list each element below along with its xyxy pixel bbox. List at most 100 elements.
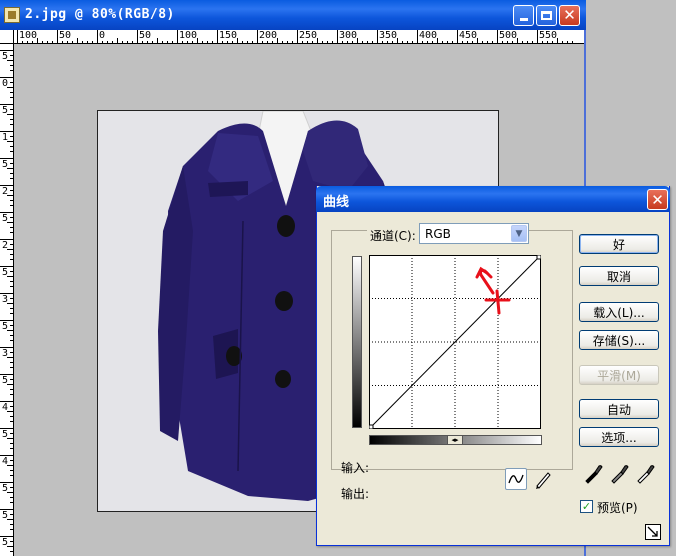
ruler-minor-tick	[10, 443, 13, 444]
ruler-minor-tick	[117, 38, 118, 43]
preview-checkbox[interactable]: ✓	[580, 500, 593, 513]
ruler-minor-tick	[372, 41, 373, 43]
ruler-minor-tick	[192, 41, 193, 43]
gray-eyedropper-icon[interactable]	[609, 462, 631, 484]
channel-select[interactable]: RGB ▼	[419, 223, 529, 244]
ruler-minor-tick	[10, 394, 13, 395]
output-label: 输出:	[341, 487, 370, 501]
ruler-minor-tick	[10, 124, 13, 125]
ruler-tick	[217, 30, 218, 43]
ruler-minor-tick	[10, 308, 13, 309]
ruler-minor-tick	[7, 330, 13, 331]
photoshop-doc-icon	[4, 7, 20, 23]
ruler-minor-tick	[7, 249, 13, 250]
auto-button[interactable]: 自动	[579, 399, 659, 419]
ruler-minor-tick	[232, 41, 233, 43]
ruler-label: 5	[2, 267, 9, 278]
ruler-minor-tick	[10, 254, 13, 255]
curve-endpoint[interactable]	[368, 424, 374, 430]
horizontal-ruler[interactable]: 100 50 0 50 100 150 200 250 300 350 400 450 500 550	[14, 30, 584, 44]
dialog-close-button[interactable]: ✕	[647, 189, 668, 210]
save-button[interactable]: 存储(S)...	[579, 330, 659, 350]
load-button[interactable]: 载入(L)...	[579, 302, 659, 322]
ruler-minor-tick	[10, 470, 13, 471]
ruler-minor-tick	[512, 41, 513, 43]
document-title: 2.jpg @ 80%(RGB/8)	[25, 7, 175, 22]
ruler-minor-tick	[10, 109, 13, 110]
ruler-minor-tick	[492, 41, 493, 43]
ruler-minor-tick	[322, 41, 323, 43]
channel-value: RGB	[425, 227, 451, 241]
ruler-label: 1	[2, 132, 9, 143]
curve-endpoint[interactable]	[536, 254, 542, 260]
ruler-minor-tick	[10, 190, 13, 191]
ruler-minor-tick	[272, 41, 273, 43]
ruler-minor-tick	[227, 41, 228, 43]
curve-graph[interactable]	[368, 254, 542, 430]
preview-label[interactable]: 预览(P)	[597, 499, 638, 516]
white-eyedropper-icon[interactable]	[635, 462, 657, 484]
ruler-minor-tick	[77, 38, 78, 43]
ruler-minor-tick	[552, 41, 553, 43]
black-eyedropper-icon[interactable]	[583, 462, 605, 484]
ruler-minor-tick	[10, 178, 13, 179]
ruler-minor-tick	[172, 41, 173, 43]
cancel-button[interactable]: 取消	[579, 266, 659, 286]
pencil-tool-icon	[536, 472, 551, 489]
options-button[interactable]: 选项...	[579, 427, 659, 447]
ruler-minor-tick	[82, 41, 83, 43]
ruler-corner[interactable]	[0, 30, 14, 44]
ruler-minor-tick	[10, 163, 13, 164]
ruler-minor-tick	[10, 524, 13, 525]
ruler-label: 100	[179, 30, 198, 41]
ruler-minor-tick	[7, 303, 13, 304]
ruler-minor-tick	[487, 41, 488, 43]
maximize-button[interactable]	[536, 5, 557, 26]
ruler-minor-tick	[187, 41, 188, 43]
ruler-minor-tick	[572, 41, 573, 43]
ruler-label: 3	[2, 348, 9, 359]
ruler-minor-tick	[10, 460, 13, 461]
ruler-minor-tick	[507, 41, 508, 43]
ruler-minor-tick	[477, 38, 478, 43]
ok-button[interactable]: 好	[579, 234, 659, 254]
ruler-minor-tick	[7, 222, 13, 223]
ruler-label: 4	[2, 456, 9, 467]
ruler-tick	[17, 30, 18, 43]
curves-dialog: 曲线 ✕ 通道(C): RGB ▼ ◂▸ 输入: 输出: 好 取消 载入(L).…	[316, 186, 670, 546]
pencil-tool-button[interactable]	[533, 468, 553, 490]
ruler-minor-tick	[10, 281, 13, 282]
ruler-minor-tick	[382, 41, 383, 43]
ruler-label: 3	[2, 294, 9, 305]
ruler-tick	[97, 30, 98, 43]
ruler-minor-tick	[327, 41, 328, 43]
ruler-minor-tick	[207, 41, 208, 43]
ruler-minor-tick	[302, 41, 303, 43]
minimize-button[interactable]	[513, 5, 534, 26]
ruler-tick	[497, 30, 498, 43]
curve-tool-button[interactable]	[505, 468, 527, 490]
dropdown-arrow-icon[interactable]: ▼	[511, 225, 527, 242]
ruler-minor-tick	[7, 384, 13, 385]
document-titlebar[interactable]: 2.jpg @ 80%(RGB/8) ✕	[0, 0, 586, 30]
ruler-label: 5	[2, 51, 9, 62]
curves-dialog-titlebar[interactable]: 曲线 ✕	[316, 186, 670, 212]
ruler-minor-tick	[27, 41, 28, 43]
ruler-minor-tick	[427, 41, 428, 43]
ruler-minor-tick	[22, 41, 23, 43]
ruler-label: 300	[339, 30, 358, 41]
close-button[interactable]: ✕	[559, 5, 580, 26]
ruler-minor-tick	[7, 438, 13, 439]
ruler-label: 200	[259, 30, 278, 41]
ruler-tick	[137, 30, 138, 43]
gradient-toggle-icon[interactable]: ◂▸	[447, 435, 463, 445]
ruler-label: 5	[2, 429, 9, 440]
ruler-minor-tick	[10, 335, 13, 336]
ruler-minor-tick	[312, 41, 313, 43]
ruler-minor-tick	[10, 227, 13, 228]
ruler-minor-tick	[10, 55, 13, 56]
vertical-ruler[interactable]: 5 0 5 1 5 2 5 2 5 3 5 3 5 4 5 4 5 5 5	[0, 44, 14, 556]
ruler-minor-tick	[7, 168, 13, 169]
ruler-label: 400	[419, 30, 438, 41]
expand-dialog-icon[interactable]	[645, 524, 661, 540]
